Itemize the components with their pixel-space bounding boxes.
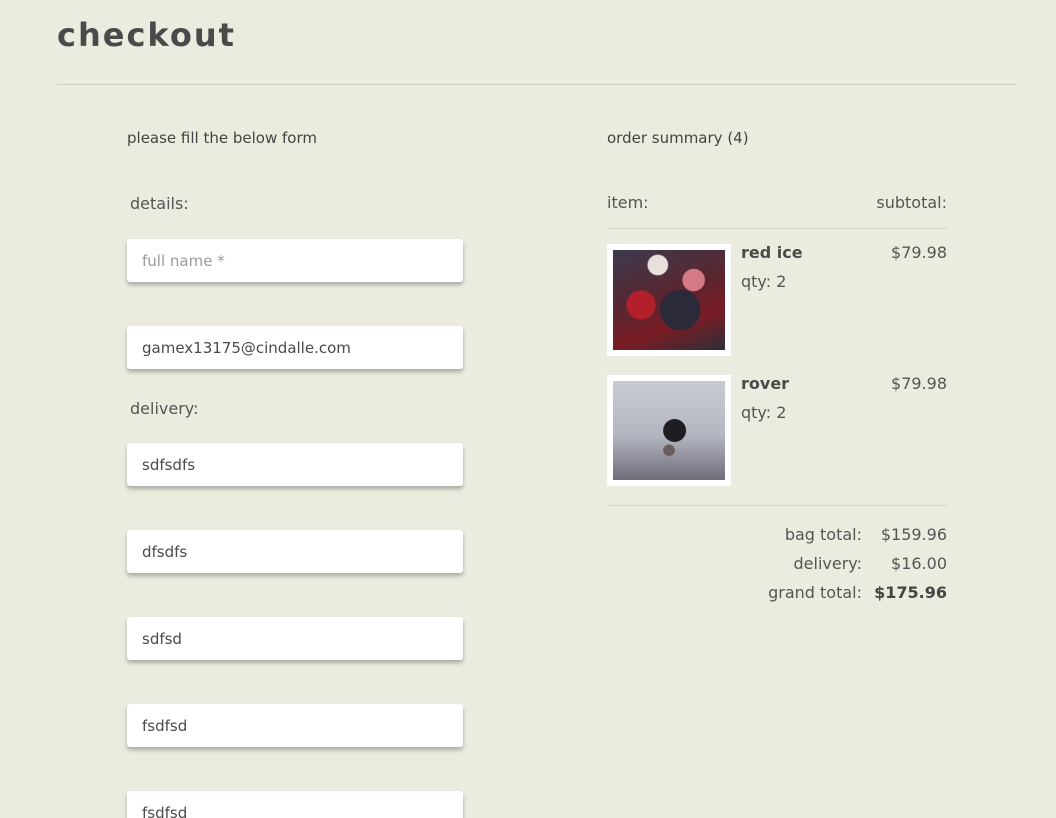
product-image (613, 381, 725, 480)
full-name-input[interactable] (127, 239, 463, 282)
item-price: $79.98 (891, 374, 947, 393)
details-label: details: (130, 194, 189, 213)
delivery-field-2[interactable] (127, 530, 463, 573)
order-summary-title: order summary (4) (607, 129, 749, 147)
item-column-header: item: (607, 193, 649, 212)
item-qty: qty: 2 (741, 272, 787, 291)
bag-total-value: $159.96 (880, 525, 947, 544)
delivery-cost-label: delivery: (793, 554, 862, 573)
bag-total-label: bag total: (784, 525, 862, 544)
item-name[interactable]: red ice (741, 243, 803, 262)
delivery-field-1[interactable] (127, 443, 463, 486)
title-divider (57, 84, 1017, 85)
grand-total-label: grand total: (768, 583, 862, 602)
grand-total-value: $175.96 (874, 583, 947, 602)
subtotal-column-header: subtotal: (876, 193, 947, 212)
item-qty: qty: 2 (741, 403, 787, 422)
delivery-cost-value: $16.00 (891, 554, 947, 573)
email-input[interactable] (127, 326, 463, 369)
product-thumbnail-rover[interactable] (607, 375, 731, 486)
item-name[interactable]: rover (741, 374, 789, 393)
page-title: checkout (57, 16, 236, 54)
delivery-field-5[interactable] (127, 791, 463, 818)
checkout-page: checkout please fill the below form deta… (0, 0, 1056, 818)
form-intro: please fill the below form (127, 129, 317, 147)
delivery-field-3[interactable] (127, 617, 463, 660)
product-image (613, 250, 725, 350)
summary-divider-top (607, 228, 947, 229)
delivery-label: delivery: (130, 399, 199, 418)
item-price: $79.98 (891, 243, 947, 262)
summary-divider-bottom (607, 505, 947, 506)
delivery-field-4[interactable] (127, 704, 463, 747)
product-thumbnail-red-ice[interactable] (607, 244, 731, 356)
